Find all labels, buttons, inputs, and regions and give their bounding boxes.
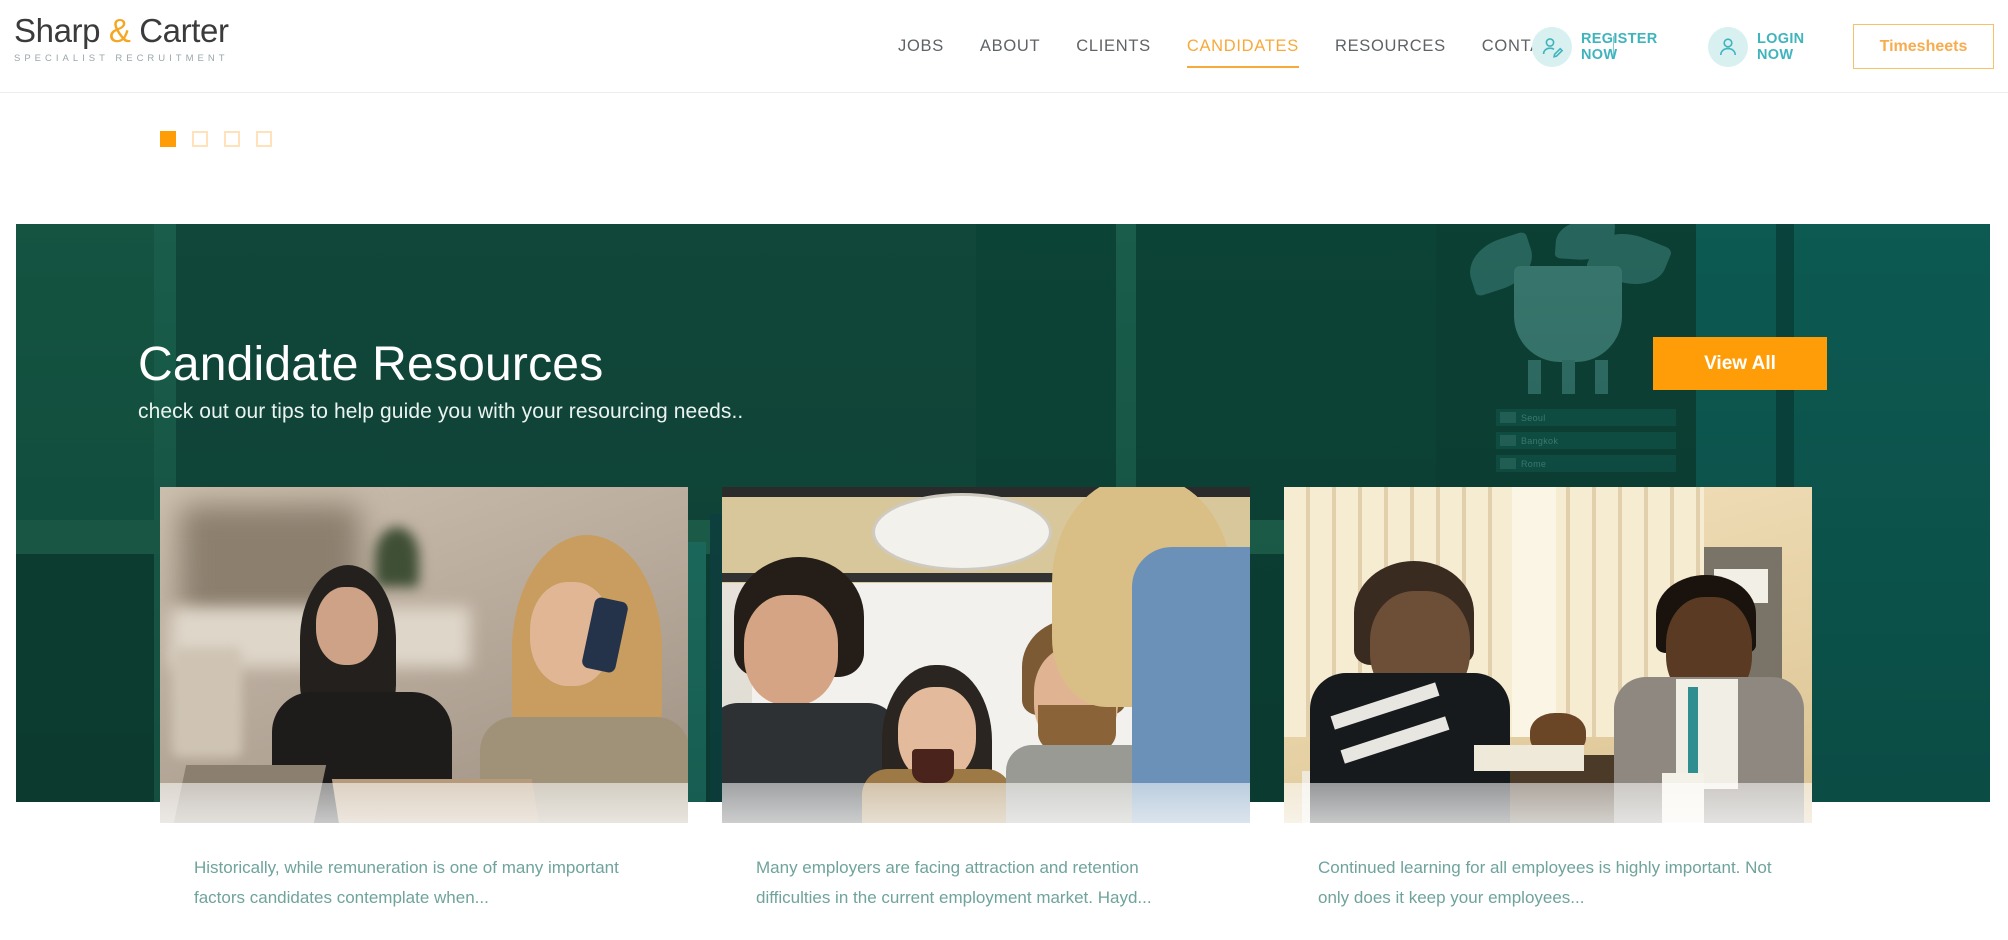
hero-title: Candidate Resources	[138, 338, 604, 391]
list-item[interactable]: Many employers are facing attraction and…	[722, 487, 1250, 940]
logo-tagline: SPECIALIST RECRUITMENT	[14, 52, 229, 64]
register-now-label: REGISTER NOW	[1581, 31, 1658, 63]
brand-logo[interactable]: Sharp & Carter SPECIALIST RECRUITMENT	[14, 12, 314, 64]
logo-ampersand: &	[108, 12, 131, 49]
hero-subtitle: check out our tips to help guide you wit…	[138, 400, 744, 423]
list-item[interactable]: Continued learning for all employees is …	[1284, 487, 1812, 940]
login-now-link[interactable]: LOGIN NOW	[1708, 0, 1804, 93]
card-excerpt: Continued learning for all employees is …	[1318, 858, 1772, 907]
register-now-link[interactable]: REGISTER NOW	[1532, 0, 1658, 93]
carousel-dot-4[interactable]	[256, 131, 272, 147]
card-image	[160, 487, 688, 823]
carousel-dot-1[interactable]	[160, 131, 176, 147]
user-icon	[1708, 26, 1748, 67]
nav-item-resources[interactable]: RESOURCES	[1317, 37, 1464, 56]
list-item[interactable]: Historically, while remuneration is one …	[160, 487, 688, 940]
resource-card-list: Historically, while remuneration is one …	[160, 487, 1812, 940]
main-navigation: JOBS ABOUT CLIENTS CANDIDATES RESOURCES …	[880, 0, 1636, 93]
logo-wordmark: Sharp & Carter	[14, 12, 314, 49]
page-root: Sharp & Carter SPECIALIST RECRUITMENT JO…	[0, 0, 2008, 940]
logo-text-sharp: Sharp	[14, 12, 101, 49]
carousel-pagination	[160, 131, 272, 147]
site-header: Sharp & Carter SPECIALIST RECRUITMENT JO…	[0, 0, 2008, 93]
nav-item-jobs[interactable]: JOBS	[880, 37, 962, 56]
register-line2: NOW	[1581, 46, 1618, 63]
carousel-dot-3[interactable]	[224, 131, 240, 147]
timesheets-button[interactable]: Timesheets	[1853, 24, 1994, 69]
card-image	[1284, 487, 1812, 823]
nav-item-about[interactable]: ABOUT	[962, 37, 1058, 56]
nav-item-candidates[interactable]: CANDIDATES	[1169, 37, 1317, 68]
card-excerpt: Historically, while remuneration is one …	[194, 858, 619, 907]
login-line1: LOGIN	[1757, 30, 1805, 47]
login-line2: NOW	[1757, 46, 1794, 63]
nav-item-clients[interactable]: CLIENTS	[1058, 37, 1169, 56]
user-edit-icon	[1532, 26, 1572, 67]
login-now-label: LOGIN NOW	[1757, 31, 1804, 63]
card-excerpt: Many employers are facing attraction and…	[756, 858, 1152, 907]
card-image	[722, 487, 1250, 823]
logo-text-carter: Carter	[139, 12, 229, 49]
view-all-button[interactable]: View All	[1653, 337, 1827, 390]
carousel-dot-2[interactable]	[192, 131, 208, 147]
register-line1: REGISTER	[1581, 30, 1658, 47]
